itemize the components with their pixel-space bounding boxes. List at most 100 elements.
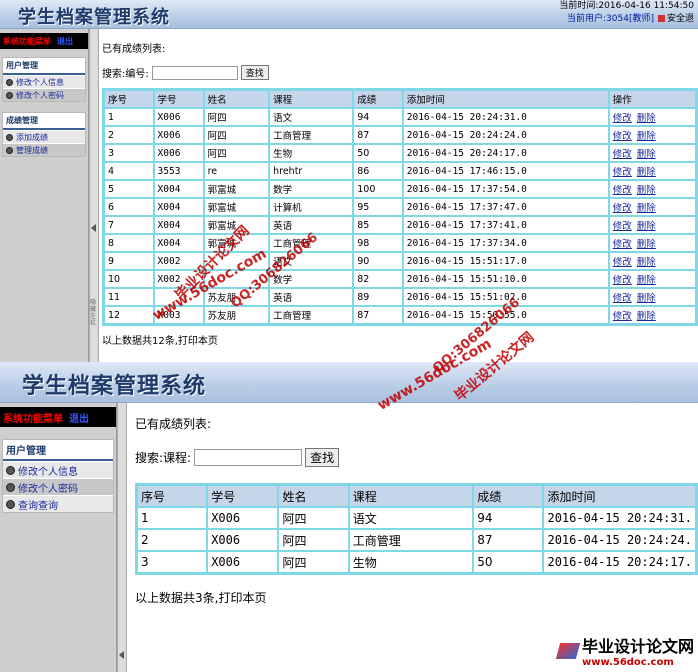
exit-link[interactable]: 退出 xyxy=(69,410,89,425)
table-cell: X004 xyxy=(153,180,204,198)
table-cell: 工商管理 xyxy=(269,306,354,324)
table-row: 3 X006 阿四 生物 50 2016-04-15 20:24:17. xyxy=(137,551,696,573)
search-bar: 搜索:课程: 查找 xyxy=(135,448,698,467)
table-cell: X006 xyxy=(207,529,279,551)
delete-link[interactable]: 删除 xyxy=(637,239,656,250)
table-row: 5 X004 郭富城 数学 100 2016-04-15 17:37:54.0 修改 删除 xyxy=(104,180,696,198)
menu-header-label: 系统功能菜单 xyxy=(3,413,63,425)
search-input[interactable] xyxy=(194,449,303,466)
delete-link[interactable]: 删除 xyxy=(637,221,656,232)
sidebar-toggle[interactable]: 隐藏左栏 xyxy=(89,29,99,362)
collapse-arrow-icon xyxy=(119,651,124,659)
menu-header: 系统功能菜单 退出 xyxy=(0,407,116,427)
menu-item-manage-score[interactable]: 管理成绩 xyxy=(3,143,85,156)
table-footer: 以上数据共12条,打印本页 xyxy=(102,336,218,347)
menu-item-score-query[interactable]: 查询查询 xyxy=(3,495,113,512)
actions-cell: 修改 删除 xyxy=(608,108,696,126)
header-banner: 学生档案管理系统 当前时间:2016-04-16 11:54:50 当前用户:3… xyxy=(0,0,698,29)
table-cell: 95 xyxy=(353,198,403,216)
actions-cell: 修改 删除 xyxy=(608,270,696,288)
actions-cell: 修改 删除 xyxy=(608,234,696,252)
table-cell: 2016-04-15 17:37:34.0 xyxy=(402,234,609,252)
table-cell: 生物 xyxy=(269,144,354,162)
table-cell: 郭富城 xyxy=(203,216,270,234)
logout-link[interactable]: 安全退 xyxy=(667,14,694,24)
edit-link[interactable]: 修改 xyxy=(613,239,632,250)
table-cell: 94 xyxy=(353,108,403,126)
score-table: 序号 学号 姓名 课程 成绩 添加时间 操作 1 X006 阿四 语文 94 2016-04-15 2… xyxy=(102,88,698,326)
delete-link[interactable]: 删除 xyxy=(637,113,656,124)
delete-link[interactable]: 删除 xyxy=(637,275,656,286)
table-cell xyxy=(153,288,204,306)
column-header: 添加时间 xyxy=(402,90,609,108)
menu-item-label: 修改个人信息 xyxy=(16,77,64,87)
delete-link[interactable]: 删除 xyxy=(637,149,656,160)
menu-item-edit-password[interactable]: 修改个人密码 xyxy=(3,88,85,101)
menu-item-label: 修改个人密码 xyxy=(16,90,64,100)
table-cell: 郭富城 xyxy=(203,180,270,198)
table-cell: 2016-04-15 20:24:31. xyxy=(543,507,696,529)
table-cell: 10 xyxy=(104,270,154,288)
table-cell: 阿四 xyxy=(278,551,349,573)
edit-link[interactable]: 修改 xyxy=(613,257,632,268)
menu-item-add-score[interactable]: 添加成绩 xyxy=(3,130,85,143)
table-cell: 98 xyxy=(353,234,403,252)
edit-link[interactable]: 修改 xyxy=(613,221,632,232)
column-header: 添加时间 xyxy=(543,485,696,507)
table-cell: 1 xyxy=(104,108,154,126)
sidebar-toggle[interactable] xyxy=(117,403,127,672)
menu-item-edit-info[interactable]: 修改个人信息 xyxy=(3,461,113,478)
table-cell: 11 xyxy=(104,288,154,306)
watermark-badge: 毕业设计论文网 www.56doc.com xyxy=(555,633,694,668)
actions-cell: 修改 删除 xyxy=(608,162,696,180)
search-button[interactable]: 查找 xyxy=(305,448,340,467)
menu-item-edit-info[interactable]: 修改个人信息 xyxy=(3,75,85,88)
search-input[interactable] xyxy=(151,65,238,80)
edit-link[interactable]: 修改 xyxy=(613,113,632,124)
edit-link[interactable]: 修改 xyxy=(613,149,632,160)
book-logo-icon xyxy=(555,642,581,659)
edit-link[interactable]: 修改 xyxy=(613,185,632,196)
screenshot-score-management: 学生档案管理系统 当前时间:2016-04-16 11:54:50 当前用户:3… xyxy=(0,0,698,362)
edit-link[interactable]: 修改 xyxy=(613,203,632,214)
score-table: 序号 学号 姓名 课程 成绩 添加时间 1 X006 阿四 语文 94 2016-04-15 20:… xyxy=(135,483,698,575)
table-row: 2 X006 阿四 工商管理 87 2016-04-15 20:24:24. xyxy=(137,529,696,551)
table-cell: 94 xyxy=(473,507,544,529)
edit-link[interactable]: 修改 xyxy=(613,293,632,304)
table-header-row: 序号 学号 姓名 课程 成绩 添加时间 xyxy=(137,485,696,507)
column-header: 序号 xyxy=(104,90,154,108)
delete-link[interactable]: 删除 xyxy=(637,167,656,178)
table-cell: 2016-04-15 15:51:02.0 xyxy=(402,288,609,306)
table-cell: 工商管理 xyxy=(269,126,354,144)
table-cell: X002 xyxy=(153,270,204,288)
table-cell: 2016-04-15 20:24:31.0 xyxy=(402,108,609,126)
table-cell: 86 xyxy=(353,162,403,180)
column-header: 姓名 xyxy=(203,90,270,108)
search-button[interactable]: 查找 xyxy=(240,65,269,80)
edit-link[interactable]: 修改 xyxy=(613,311,632,322)
actions-cell: 修改 删除 xyxy=(608,198,696,216)
menu-item-edit-password[interactable]: 修改个人密码 xyxy=(3,478,113,495)
bullet-icon xyxy=(6,78,13,86)
table-cell: 1 xyxy=(137,507,208,529)
delete-link[interactable]: 删除 xyxy=(637,131,656,142)
delete-link[interactable]: 删除 xyxy=(637,203,656,214)
table-cell: X004 xyxy=(153,198,204,216)
menu-group-score: 成绩管理 添加成绩 管理成绩 xyxy=(2,112,86,157)
table-row: 1 X006 阿四 语文 94 2016-04-15 20:24:31.0 修改 删除 xyxy=(104,108,696,126)
delete-link[interactable]: 删除 xyxy=(637,311,656,322)
delete-link[interactable]: 删除 xyxy=(637,185,656,196)
delete-link[interactable]: 删除 xyxy=(637,293,656,304)
delete-link[interactable]: 删除 xyxy=(637,257,656,268)
table-cell: 工商管理 xyxy=(348,529,474,551)
search-label: 搜索:课程: xyxy=(135,451,192,465)
bullet-icon xyxy=(6,499,15,509)
exit-link[interactable]: 退出 xyxy=(57,36,73,47)
table-cell: X006 xyxy=(207,551,279,573)
edit-link[interactable]: 修改 xyxy=(613,167,632,178)
column-header: 学号 xyxy=(207,485,279,507)
edit-link[interactable]: 修改 xyxy=(613,275,632,286)
edit-link[interactable]: 修改 xyxy=(613,131,632,142)
table-cell: 85 xyxy=(353,216,403,234)
table-cell: 计算机 xyxy=(269,198,354,216)
